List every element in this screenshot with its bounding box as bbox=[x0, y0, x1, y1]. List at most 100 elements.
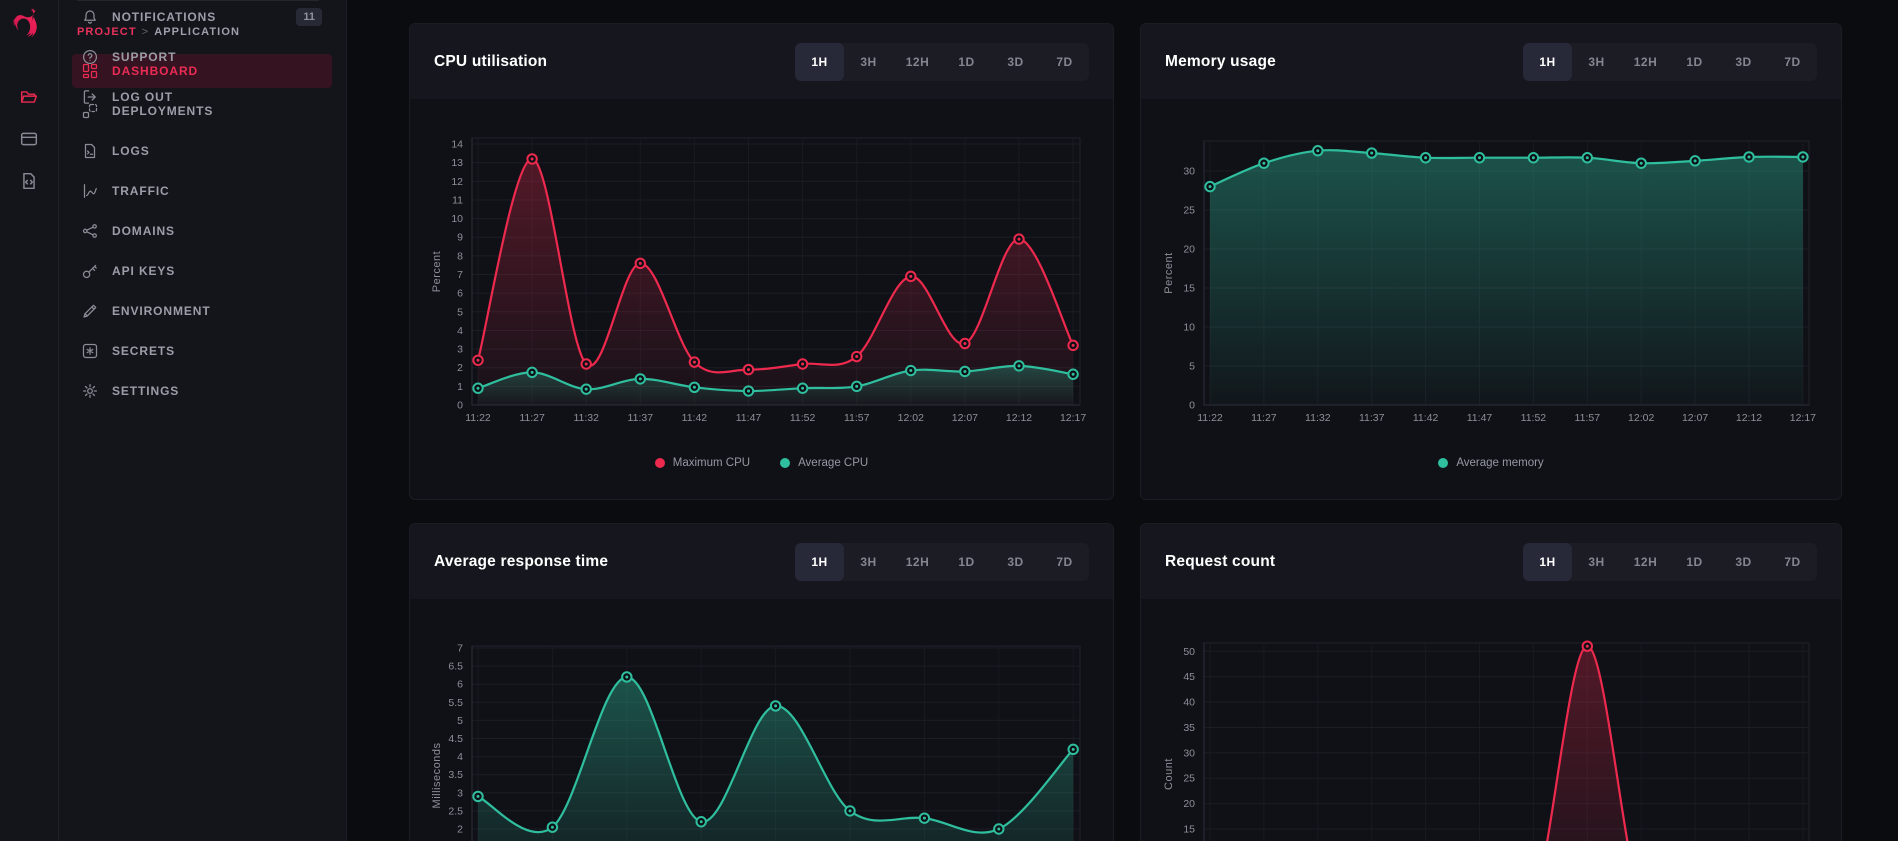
svg-text:11: 11 bbox=[452, 194, 463, 206]
svg-text:12:07: 12:07 bbox=[952, 412, 978, 424]
svg-text:12:07: 12:07 bbox=[1682, 412, 1708, 424]
svg-text:5: 5 bbox=[457, 715, 463, 727]
card-header: CPU utilisation1H3H12H1D3D7D bbox=[410, 24, 1113, 99]
sidebar-item-domains[interactable]: DOMAINS bbox=[72, 214, 332, 248]
time-range-button-3h[interactable]: 3H bbox=[1572, 543, 1621, 581]
help-icon bbox=[82, 49, 98, 65]
svg-text:10: 10 bbox=[1183, 322, 1195, 334]
svg-text:14: 14 bbox=[451, 139, 463, 151]
sidebar-item-support[interactable]: SUPPORT bbox=[72, 40, 332, 74]
time-range-button-7d[interactable]: 7D bbox=[1040, 543, 1089, 581]
svg-text:11:57: 11:57 bbox=[844, 412, 870, 424]
time-range-button-3h[interactable]: 3H bbox=[1572, 43, 1621, 81]
svg-text:20: 20 bbox=[1183, 244, 1195, 256]
svg-text:11:22: 11:22 bbox=[1197, 412, 1223, 424]
svg-text:30: 30 bbox=[1183, 166, 1195, 178]
svg-text:12:12: 12:12 bbox=[1006, 412, 1032, 424]
svg-text:13: 13 bbox=[451, 157, 463, 169]
time-range-button-3d[interactable]: 3D bbox=[1719, 543, 1768, 581]
traffic-icon bbox=[82, 183, 98, 199]
svg-text:15: 15 bbox=[1183, 283, 1195, 295]
time-range-button-1d[interactable]: 1D bbox=[942, 543, 991, 581]
app-logo-icon[interactable] bbox=[11, 7, 47, 43]
card-header: Request count1H3H12H1D3D7D bbox=[1141, 524, 1841, 599]
svg-text:7: 7 bbox=[457, 643, 463, 655]
svg-text:11:27: 11:27 bbox=[1251, 412, 1277, 424]
time-range-button-1h[interactable]: 1H bbox=[1523, 543, 1572, 581]
sidebar-item-label: LOG OUT bbox=[112, 90, 173, 104]
sidebar-item-label: TRAFFIC bbox=[112, 184, 170, 198]
svg-text:4: 4 bbox=[457, 751, 463, 763]
sidebar-item-environment[interactable]: ENVIRONMENT bbox=[72, 294, 332, 328]
time-range-button-1d[interactable]: 1D bbox=[942, 43, 991, 81]
legend-item: Maximum CPU bbox=[655, 457, 750, 469]
svg-text:5: 5 bbox=[457, 306, 463, 318]
card-response: Average response time1H3H12H1D3D7D22.533… bbox=[409, 523, 1114, 841]
sidebar-item-label: SECRETS bbox=[112, 344, 175, 358]
legend-item: Average memory bbox=[1438, 457, 1543, 469]
billing-card-icon[interactable] bbox=[20, 130, 38, 148]
time-range-button-12h[interactable]: 12H bbox=[1621, 43, 1670, 81]
svg-text:30: 30 bbox=[1183, 747, 1195, 759]
sidebar-item-api-keys[interactable]: API KEYS bbox=[72, 254, 332, 288]
svg-text:11:42: 11:42 bbox=[682, 412, 708, 424]
time-range-button-7d[interactable]: 7D bbox=[1768, 543, 1817, 581]
svg-text:11:52: 11:52 bbox=[1521, 412, 1547, 424]
sidebar-item-label: LOGS bbox=[112, 144, 150, 158]
svg-text:Percent: Percent bbox=[1163, 252, 1175, 293]
svg-text:0: 0 bbox=[457, 400, 463, 412]
svg-text:7: 7 bbox=[457, 269, 463, 281]
templates-file-code-icon[interactable] bbox=[20, 172, 38, 190]
domains-icon bbox=[82, 223, 98, 239]
svg-text:2: 2 bbox=[457, 824, 463, 836]
legend-dot-icon bbox=[655, 458, 665, 468]
legend-label: Maximum CPU bbox=[673, 457, 750, 469]
card-memory: Memory usage1H3H12H1D3D7D051015202530Per… bbox=[1140, 23, 1842, 500]
svg-text:Milliseconds: Milliseconds bbox=[431, 743, 443, 809]
sidebar-footer-nav: NOTIFICATIONS11 SUPPORT LOG OUT bbox=[72, 0, 332, 120]
projects-folder-icon[interactable] bbox=[20, 88, 38, 106]
chart-legend-memory: Average memory bbox=[1141, 457, 1841, 469]
svg-text:3.5: 3.5 bbox=[448, 769, 463, 781]
time-range-button-3d[interactable]: 3D bbox=[991, 43, 1040, 81]
svg-text:25: 25 bbox=[1183, 205, 1195, 217]
time-range-button-1h[interactable]: 1H bbox=[795, 543, 844, 581]
svg-text:11:47: 11:47 bbox=[736, 412, 762, 424]
sidebar-item-label: API KEYS bbox=[112, 264, 175, 278]
time-range-button-12h[interactable]: 12H bbox=[893, 43, 942, 81]
card-requests: Request count1H3H12H1D3D7D15202530354045… bbox=[1140, 523, 1842, 841]
svg-text:3: 3 bbox=[457, 787, 463, 799]
time-range-button-7d[interactable]: 7D bbox=[1768, 43, 1817, 81]
sidebar-item-secrets[interactable]: SECRETS bbox=[72, 334, 332, 368]
svg-text:11:22: 11:22 bbox=[465, 412, 491, 424]
svg-text:2: 2 bbox=[457, 362, 463, 374]
time-range-button-12h[interactable]: 12H bbox=[1621, 543, 1670, 581]
sidebar-item-settings[interactable]: SETTINGS bbox=[72, 374, 332, 408]
svg-text:9: 9 bbox=[457, 232, 463, 244]
sidebar-item-label: DOMAINS bbox=[112, 224, 175, 238]
time-range-button-1h[interactable]: 1H bbox=[1523, 43, 1572, 81]
svg-text:5.5: 5.5 bbox=[448, 697, 463, 709]
time-range-button-1h[interactable]: 1H bbox=[795, 43, 844, 81]
time-range-button-12h[interactable]: 12H bbox=[893, 543, 942, 581]
time-range-button-3h[interactable]: 3H bbox=[844, 543, 893, 581]
chart-svg-response: 22.533.544.555.566.57Milliseconds bbox=[410, 599, 1114, 841]
sidebar-item-notifications[interactable]: NOTIFICATIONS11 bbox=[72, 0, 332, 34]
time-range-button-7d[interactable]: 7D bbox=[1040, 43, 1089, 81]
svg-text:8: 8 bbox=[457, 250, 463, 262]
time-range-button-3d[interactable]: 3D bbox=[1719, 43, 1768, 81]
sidebar-item-logs[interactable]: LOGS bbox=[72, 134, 332, 168]
time-range-button-1d[interactable]: 1D bbox=[1670, 543, 1719, 581]
time-range-button-3h[interactable]: 3H bbox=[844, 43, 893, 81]
sidebar: PROJECT>APPLICATION DASHBOARDDEPLOYMENTS… bbox=[58, 0, 347, 841]
svg-text:12: 12 bbox=[451, 176, 463, 188]
card-header: Average response time1H3H12H1D3D7D bbox=[410, 524, 1113, 599]
sidebar-item-log-out[interactable]: LOG OUT bbox=[72, 80, 332, 114]
time-range-selector: 1H3H12H1D3D7D bbox=[1523, 543, 1817, 581]
svg-text:5: 5 bbox=[1189, 361, 1195, 373]
sidebar-item-traffic[interactable]: TRAFFIC bbox=[72, 174, 332, 208]
svg-text:6: 6 bbox=[457, 288, 463, 300]
svg-text:12:17: 12:17 bbox=[1790, 412, 1816, 424]
time-range-button-3d[interactable]: 3D bbox=[991, 543, 1040, 581]
time-range-button-1d[interactable]: 1D bbox=[1670, 43, 1719, 81]
